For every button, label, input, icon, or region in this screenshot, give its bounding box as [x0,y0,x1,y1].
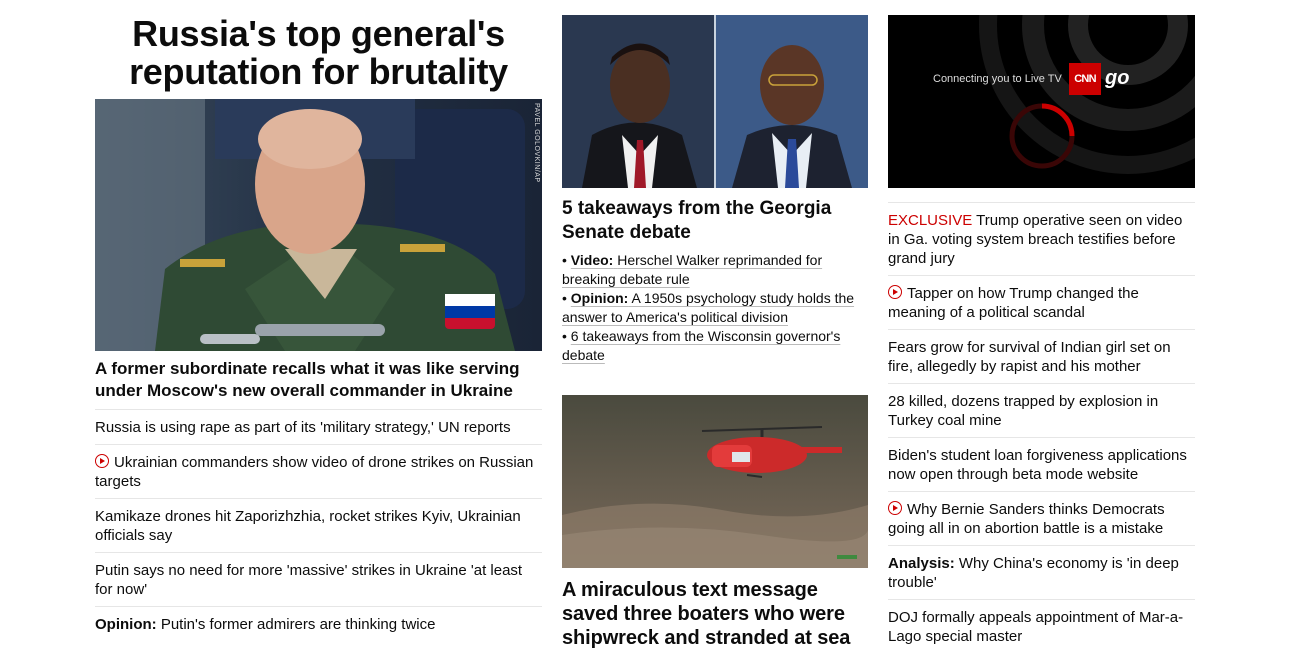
connecting-text: Connecting you to Live TV [933,73,1062,85]
list-item[interactable]: Kamikaze drones hit Zaporizhzhia, rocket… [95,499,542,553]
right-column: Connecting you to Live TV CNN go EXCLUSI… [888,15,1195,653]
list-item[interactable]: Russia is using rape as part of its 'mil… [95,410,542,445]
bullet-prefix: Video: [570,252,614,268]
debate-bullets: • Video: Herschel Walker reprimanded for… [562,251,868,365]
story-text: Ukrainian commanders show video of drone… [95,454,534,490]
list-item[interactable]: Putin says no need for more 'massive' st… [95,553,542,607]
story-text: DOJ formally appeals appointment of Mar-… [888,609,1184,645]
bullet-item[interactable]: • Opinion: A 1950s psychology study hold… [562,289,868,327]
debate-photo[interactable] [562,15,868,188]
cnn-logo-text: CNN [1074,73,1096,85]
bullet-item[interactable]: • 6 takeaways from the Wisconsin governo… [562,327,868,365]
bullet-prefix: Opinion: [570,290,629,306]
list-item[interactable]: 28 killed, dozens trapped by explosion i… [888,384,1195,438]
general-photo[interactable]: PAVEL GOLOVKIN/AP [95,99,542,351]
list-item[interactable]: Opinion: Putin's former admirers are thi… [95,607,542,641]
story-text: Biden's student loan forgiveness applica… [888,447,1187,483]
list-item[interactable]: Analysis: Why China's economy is 'in dee… [888,546,1195,600]
story-list: EXCLUSIVE Trump operative seen on video … [888,202,1195,653]
list-item[interactable]: Ukrainian commanders show video of drone… [95,445,542,499]
hero-title[interactable]: Russia's top general's reputation for br… [95,15,542,99]
story-text: Putin says no need for more 'massive' st… [95,562,523,598]
list-item[interactable]: Why Bernie Sanders thinks Democrats goin… [888,492,1195,546]
story-prefix: Opinion: [95,616,157,633]
bullet-text: 6 takeaways from the Wisconsin governor'… [562,328,841,363]
story-list: Russia is using rape as part of its 'mil… [95,410,542,641]
story-text: Kamikaze drones hit Zaporizhzhia, rocket… [95,508,521,544]
lead-column: Russia's top general's reputation for br… [95,15,542,641]
story-text: Russia is using rape as part of its 'mil… [95,419,511,436]
list-item[interactable]: DOJ formally appeals appointment of Mar-… [888,600,1195,653]
play-video-icon [95,454,109,468]
story-text: 28 killed, dozens trapped by explosion i… [888,393,1159,429]
story-text: Tapper on how Trump changed the meaning … [888,285,1139,321]
rescue-photo[interactable] [562,395,868,568]
bullet-item[interactable]: • Video: Herschel Walker reprimanded for… [562,251,868,289]
list-item[interactable]: EXCLUSIVE Trump operative seen on video … [888,203,1195,276]
list-item[interactable]: Biden's student loan forgiveness applica… [888,438,1195,492]
story-prefix: Analysis: [888,555,955,572]
go-logo-text: go [1105,67,1130,89]
live-tv-player[interactable]: Connecting you to Live TV CNN go [888,15,1195,188]
story-text: Putin's former admirers are thinking twi… [160,616,436,633]
story-text: Why Bernie Sanders thinks Democrats goin… [888,501,1165,537]
play-video-icon [888,285,902,299]
lead-headline[interactable]: A former subordinate recalls what it was… [95,351,542,410]
photo-credit: PAVEL GOLOVKIN/AP [533,103,540,183]
list-item[interactable]: Fears grow for survival of Indian girl s… [888,330,1195,384]
play-video-icon [888,501,902,515]
debate-headline[interactable]: 5 takeaways from the Georgia Senate deba… [562,188,868,251]
rescue-headline[interactable]: A miraculous text message saved three bo… [562,568,868,650]
exclusive-tag: EXCLUSIVE [888,212,973,229]
cnn-logo: CNN [1069,63,1101,95]
story-text: Fears grow for survival of Indian girl s… [888,339,1171,375]
middle-column: 5 takeaways from the Georgia Senate deba… [562,15,868,650]
list-item[interactable]: Tapper on how Trump changed the meaning … [888,276,1195,330]
